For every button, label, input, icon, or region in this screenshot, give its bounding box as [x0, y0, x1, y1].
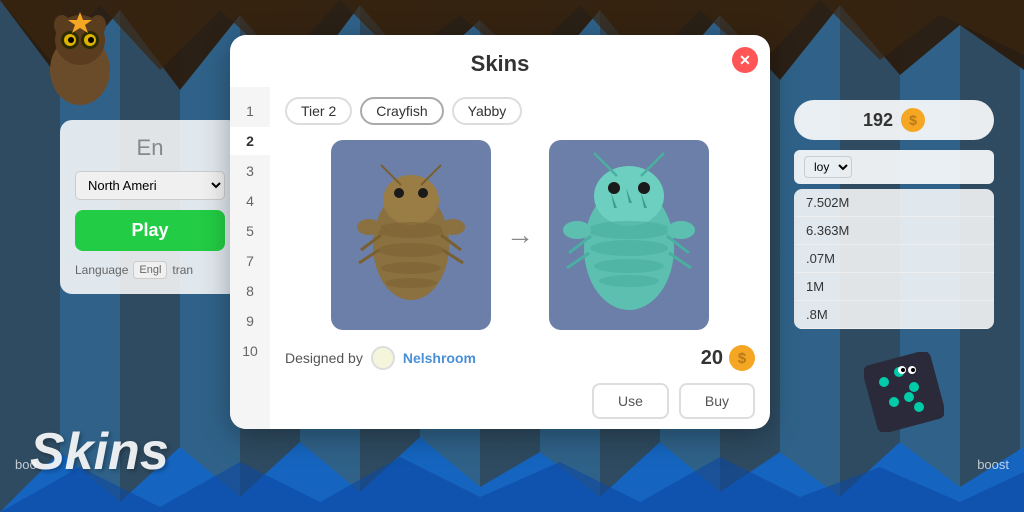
skins-modal: Skins ✕ 1 2 3 4 5 7 8 9 10 Tier 2 Crayfi… — [230, 35, 770, 429]
boost-label-left: boo — [15, 457, 37, 472]
skin-card-from[interactable] — [331, 140, 491, 330]
coins-display: 192 $ — [794, 100, 994, 140]
left-panel-title: En — [75, 135, 225, 161]
tier-number-list: 1 2 3 4 5 7 8 9 10 — [230, 87, 270, 429]
modal-content-area: Tier 2 Crayfish Yabby — [270, 87, 770, 429]
mode-dropdown[interactable]: loy — [804, 156, 852, 178]
crayfish-brown-svg — [351, 155, 471, 315]
buy-button[interactable]: Buy — [679, 383, 755, 419]
list-item: 1M — [794, 273, 994, 301]
region-select[interactable]: North Ameri — [75, 171, 225, 200]
designer-label: Designed by — [285, 350, 363, 366]
price-display: 20 $ — [701, 345, 755, 371]
skin-card-to[interactable] — [549, 140, 709, 330]
language-sub: tran — [172, 263, 193, 277]
modal-body: 1 2 3 4 5 7 8 9 10 Tier 2 Crayfish Yabby — [230, 87, 770, 429]
character-avatar — [30, 10, 130, 110]
list-item: 6.363M — [794, 217, 994, 245]
use-button[interactable]: Use — [592, 383, 669, 419]
modal-title: Skins — [471, 51, 530, 76]
tier-num-10[interactable]: 10 — [230, 337, 270, 365]
designer-row: Designed by Nelshroom 20 $ — [285, 345, 755, 371]
tier-num-2[interactable]: 2 — [230, 127, 270, 155]
decorative-patch — [864, 352, 944, 432]
crayfish-teal-svg — [559, 148, 699, 323]
designer-name: Nelshroom — [403, 350, 476, 366]
tier-num-5[interactable]: 5 — [230, 217, 270, 245]
tier-num-7[interactable]: 7 — [230, 247, 270, 275]
language-badge[interactable]: Engl — [133, 261, 167, 279]
price-coin-icon: $ — [729, 345, 755, 371]
coins-value: 192 — [863, 110, 893, 131]
modal-close-button[interactable]: ✕ — [732, 47, 758, 73]
boost-label-right: boost — [977, 457, 1009, 472]
designer-info: Designed by Nelshroom — [285, 346, 476, 370]
tags-row: Tier 2 Crayfish Yabby — [285, 97, 755, 125]
tag-yabby[interactable]: Yabby — [452, 97, 523, 125]
tier-num-8[interactable]: 8 — [230, 277, 270, 305]
language-row: Language Engl tran — [75, 261, 225, 279]
action-buttons: Use Buy — [285, 383, 755, 419]
dropdown-row: loy — [794, 150, 994, 184]
tag-tier2[interactable]: Tier 2 — [285, 97, 352, 125]
left-panel: En North Ameri Play Language Engl tran — [60, 120, 240, 294]
tier-num-3[interactable]: 3 — [230, 157, 270, 185]
skin-comparison: → — [285, 140, 755, 330]
coin-icon: $ — [901, 108, 925, 132]
list-item: 7.502M — [794, 189, 994, 217]
tier-num-9[interactable]: 9 — [230, 307, 270, 335]
language-label: Language — [75, 263, 128, 277]
list-item: .8M — [794, 301, 994, 329]
play-button[interactable]: Play — [75, 210, 225, 251]
designer-avatar — [371, 346, 395, 370]
tag-crayfish[interactable]: Crayfish — [360, 97, 443, 125]
list-item: .07M — [794, 245, 994, 273]
price-value: 20 — [701, 347, 723, 370]
skins-watermark: Skins — [30, 422, 169, 482]
leaderboard-list: 7.502M 6.363M .07M 1M .8M — [794, 189, 994, 329]
modal-header: Skins ✕ — [230, 35, 770, 87]
tier-num-4[interactable]: 4 — [230, 187, 270, 215]
arrow-icon: → — [506, 219, 534, 251]
tier-num-1[interactable]: 1 — [230, 97, 270, 125]
right-panel: 192 $ loy 7.502M 6.363M .07M 1M .8M — [794, 100, 994, 329]
